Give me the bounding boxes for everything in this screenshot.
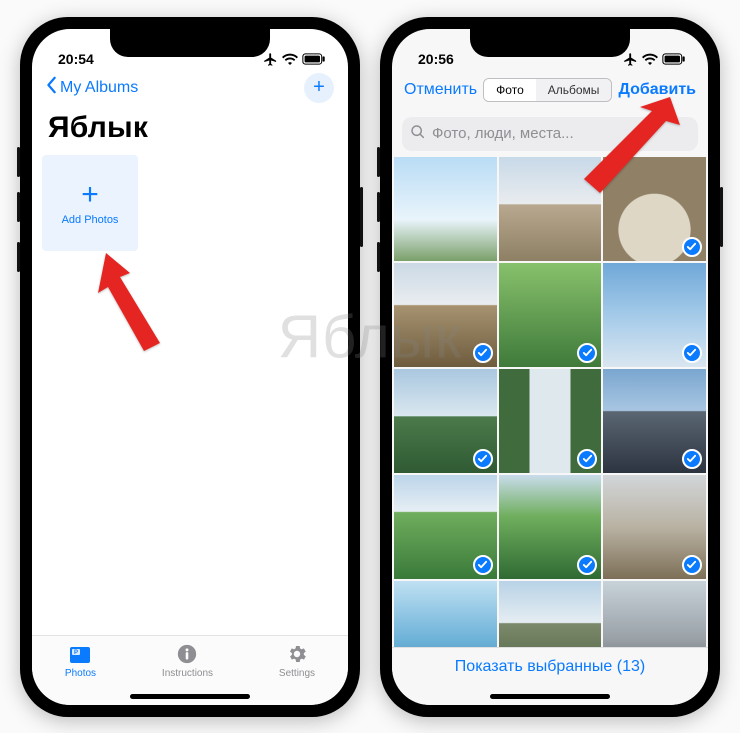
gear-icon [284,642,310,666]
selected-checkmark-icon [577,449,597,469]
plus-icon: + [313,76,325,99]
add-photos-label: Add Photos [62,214,119,226]
tab-label: Settings [279,668,315,679]
status-time: 20:56 [418,51,454,67]
photo-thumbnail[interactable] [394,369,497,473]
thumbnail-image [499,581,602,647]
tab-label: Photos [65,668,96,679]
picker-header: Отменить Фото Альбомы Добавить [392,69,708,111]
status-time: 20:54 [58,51,94,67]
segmented-control[interactable]: Фото Альбомы [483,78,612,102]
phone-right: 20:56 Отменить Фото Альбо [380,17,720,717]
status-icons [263,52,326,67]
search-icon [410,124,426,144]
selected-checkmark-icon [682,343,702,363]
wifi-icon [282,53,298,65]
selected-checkmark-icon [473,343,493,363]
photo-thumbnail[interactable] [603,369,706,473]
selected-checkmark-icon [577,343,597,363]
home-indicator[interactable] [130,694,250,699]
nav-bar: My Albums + [32,69,348,107]
stage: 20:54 My [0,0,740,733]
photo-thumbnail[interactable] [499,369,602,473]
screen-right: 20:56 Отменить Фото Альбо [392,29,708,705]
tab-settings[interactable]: Settings [279,642,315,679]
show-selected-button[interactable]: Показать выбранные (13) [455,658,645,676]
add-photos-tile[interactable]: + Add Photos [42,155,138,251]
photos-icon: P [67,642,93,666]
photo-thumbnail[interactable] [394,475,497,579]
photo-thumbnail[interactable] [394,263,497,367]
tab-instructions[interactable]: Instructions [162,642,213,679]
tab-label: Instructions [162,668,213,679]
selected-checkmark-icon [473,555,493,575]
selected-checkmark-icon [682,237,702,257]
page-title: Яблык [32,107,348,155]
segment-photos[interactable]: Фото [484,79,536,101]
photo-thumbnail[interactable] [603,581,706,647]
back-label: My Albums [60,79,138,97]
photo-thumbnail[interactable] [603,263,706,367]
cancel-button[interactable]: Отменить [404,81,477,99]
photo-thumbnail[interactable] [603,157,706,261]
photo-thumbnail[interactable] [499,475,602,579]
thumbnail-image [499,157,602,261]
photo-thumbnail[interactable] [499,157,602,261]
photo-thumbnail[interactable] [394,581,497,647]
airplane-icon [623,52,638,67]
search-placeholder: Фото, люди, места... [432,125,574,142]
thumbnail-image [603,581,706,647]
back-button[interactable]: My Albums [46,76,138,99]
info-icon [174,642,200,666]
photo-thumbnail[interactable] [394,157,497,261]
tab-photos[interactable]: P Photos [65,642,96,679]
selected-checkmark-icon [682,555,702,575]
segment-albums[interactable]: Альбомы [536,79,612,101]
selected-checkmark-icon [473,449,493,469]
phone-left: 20:54 My [20,17,360,717]
photo-grid[interactable] [392,157,708,647]
photo-thumbnail[interactable] [499,581,602,647]
screen-left: 20:54 My [32,29,348,705]
thumbnail-image [394,581,497,647]
chevron-left-icon [46,76,58,99]
airplane-icon [263,52,278,67]
status-icons [623,52,686,67]
new-album-button[interactable]: + [304,73,334,103]
selected-checkmark-icon [682,449,702,469]
thumbnail-image [394,157,497,261]
photo-thumbnail[interactable] [499,263,602,367]
home-indicator[interactable] [490,694,610,699]
svg-text:P: P [74,650,78,656]
photo-thumbnail[interactable] [603,475,706,579]
battery-icon [302,53,326,65]
add-button[interactable]: Добавить [619,81,697,99]
wifi-icon [642,53,658,65]
notch [110,29,270,57]
battery-icon [662,53,686,65]
selected-checkmark-icon [577,555,597,575]
notch [470,29,630,57]
plus-icon: + [81,180,99,210]
album-content: + Add Photos [32,155,348,635]
search-field[interactable]: Фото, люди, места... [402,117,698,151]
